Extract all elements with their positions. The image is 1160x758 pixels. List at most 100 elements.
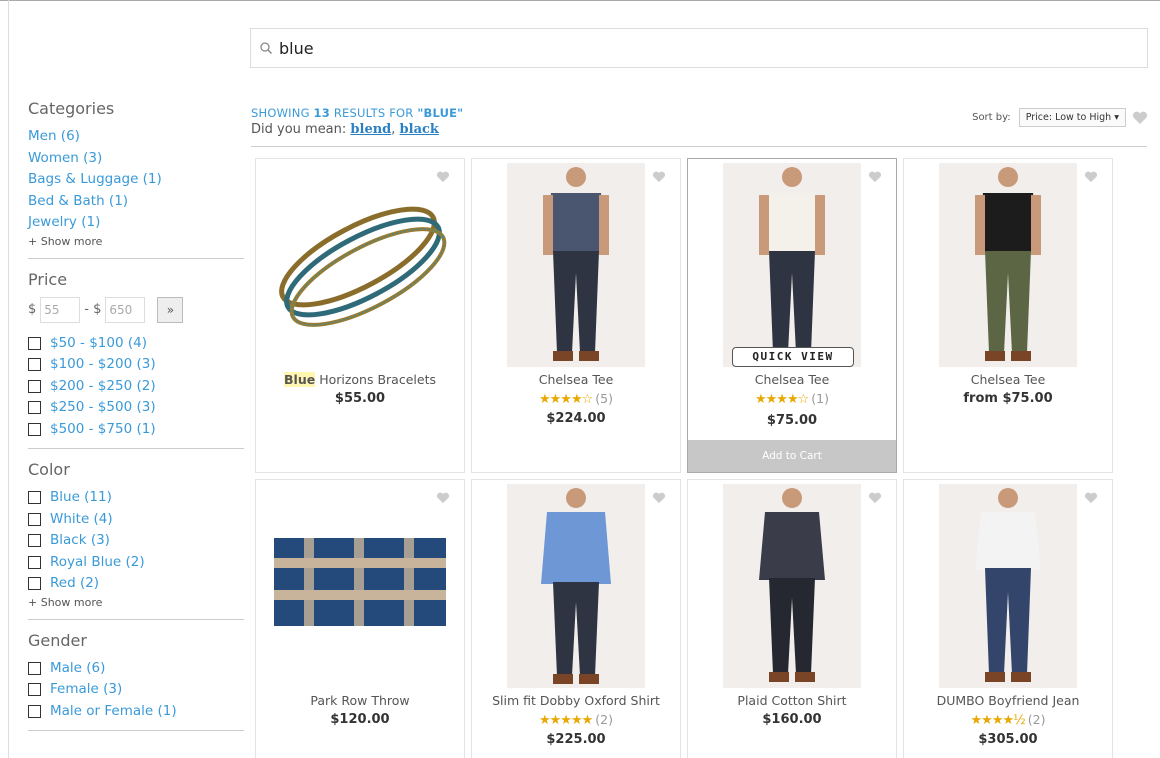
sort-select[interactable]: Price: Low to High ▾ [1018,108,1126,127]
category-link-jewelry[interactable]: Jewelry (1) [28,212,244,234]
category-link-men[interactable]: Men (6) [28,126,244,148]
did-you-mean-label: Did you mean: [251,122,347,137]
color-show-more[interactable]: + Show more [28,595,244,611]
color-option[interactable]: White (4) [28,509,244,531]
heart-icon[interactable] [436,492,450,504]
price-range-inputs: $ 55 - $ 650 » [28,296,244,323]
sort-label: Sort by: [972,112,1011,123]
checkbox[interactable] [28,534,41,548]
heart-icon[interactable] [1084,171,1098,183]
gender-label: Female (3) [50,681,123,697]
checkbox[interactable] [28,491,41,505]
product-name[interactable]: DUMBO Boyfriend Jean [904,693,1112,708]
checkbox[interactable] [28,336,41,350]
product-name[interactable]: Blue Horizons Bracelets [256,372,464,387]
price-max-field[interactable]: 650 [105,296,146,323]
product-card[interactable]: Chelsea Tee ★★★★☆ (5) $224.00 [471,158,681,473]
product-card[interactable]: Chelsea Tee from $75.00 [903,158,1113,473]
product-name[interactable]: Chelsea Tee [904,372,1112,387]
heart-icon[interactable] [652,492,666,504]
showing-middle: RESULTS FOR [333,106,414,120]
product-price: $75.00 [766,413,818,428]
heart-icon[interactable] [436,171,450,183]
review-count: (2) [1027,712,1046,727]
price-range-option[interactable]: $250 - $500 (3) [28,397,244,419]
checkbox[interactable] [28,704,41,718]
suggestion-link-blend[interactable]: blend [350,122,391,137]
add-to-cart-button[interactable]: Add to Cart [688,440,896,472]
checkbox[interactable] [28,358,41,372]
categories-show-more[interactable]: + Show more [28,234,244,250]
product-card[interactable]: DUMBO Boyfriend Jean ★★★★½ (2) $305.00 [903,479,1113,758]
product-price: $224.00 [546,411,606,426]
price-range-option[interactable]: $50 - $100 (4) [28,333,244,355]
heart-icon[interactable] [1132,111,1148,125]
price-min-field[interactable]: 55 [40,296,81,323]
product-name[interactable]: Chelsea Tee [472,372,680,387]
gender-option[interactable]: Female (3) [28,679,244,701]
price-range-label: $250 - $500 (3) [50,399,156,415]
price-range-label: $200 - $250 (2) [50,377,156,394]
checkbox[interactable] [28,661,41,675]
price-go-button[interactable]: » [157,296,184,323]
color-option[interactable]: Black (3) [28,530,244,552]
category-link-bags[interactable]: Bags & Luggage (1) [28,169,244,191]
product-name[interactable]: Park Row Throw [256,693,464,708]
price-range-option[interactable]: $500 - $750 (1) [28,419,244,441]
product-name[interactable]: Slim fit Dobby Oxford Shirt [472,693,680,708]
product-image[interactable] [939,163,1077,367]
product-card[interactable]: Blue Horizons Bracelets $55.00 [255,158,465,473]
price-sep: - $ [84,302,102,317]
product-image[interactable] [723,484,861,688]
color-label: Red (2) [50,575,100,591]
rating-stars: ★★★★★ (2) [472,712,680,728]
checkbox[interactable] [28,683,41,697]
product-price: $55.00 [334,391,386,406]
throw-image[interactable] [274,528,448,638]
product-price: $160.00 [762,712,822,727]
color-option[interactable]: Royal Blue (2) [28,552,244,574]
price-range-option[interactable]: $100 - $200 (3) [28,354,244,376]
checkbox[interactable] [28,379,41,393]
price-range-option[interactable]: $200 - $250 (2) [28,376,244,398]
search-bar[interactable] [250,28,1148,68]
product-card[interactable]: Plaid Cotton Shirt $160.00 [687,479,897,758]
product-image[interactable] [723,163,861,367]
suggestion-link-black[interactable]: black [400,122,439,137]
product-image[interactable] [939,484,1077,688]
model-figure [975,488,1041,682]
product-card[interactable]: Park Row Throw $120.00 [255,479,465,758]
quick-view-button[interactable]: QUICK VIEW [732,347,854,367]
category-link-bed-bath[interactable]: Bed & Bath (1) [28,191,244,213]
category-link-women[interactable]: Women (3) [28,148,244,170]
product-name[interactable]: Plaid Cotton Shirt [688,693,896,708]
heart-icon[interactable] [652,171,666,183]
product-name-rest: Horizons Bracelets [315,372,436,387]
model-figure [759,167,825,353]
checkbox[interactable] [28,577,41,591]
price-range-label: $500 - $750 (1) [50,420,156,437]
heart-icon[interactable] [868,171,882,183]
checkbox[interactable] [28,555,41,569]
product-card[interactable]: Slim fit Dobby Oxford Shirt ★★★★★ (2) $22… [471,479,681,758]
color-option[interactable]: Blue (11) [28,487,244,509]
checkbox[interactable] [28,401,41,415]
bracelets-image[interactable] [268,197,454,327]
color-option[interactable]: Red (2) [28,573,244,595]
checkbox[interactable] [28,422,41,436]
product-card[interactable]: QUICK VIEW Chelsea Tee ★★★★☆ (1) $75.00 A… [687,158,897,473]
product-price: from $75.00 [963,391,1053,406]
heart-icon[interactable] [868,492,882,504]
price-range-label: $50 - $100 (4) [50,334,147,351]
product-image[interactable] [507,484,645,688]
heart-icon[interactable] [1084,492,1098,504]
price-range-label: $100 - $200 (3) [50,356,156,372]
result-count: 13 [313,106,330,120]
search-input[interactable] [279,38,1079,58]
gender-option[interactable]: Male or Female (1) [28,701,244,723]
product-name[interactable]: Chelsea Tee [688,372,896,387]
product-image[interactable] [507,163,645,367]
product-price: $120.00 [330,712,390,727]
checkbox[interactable] [28,512,41,526]
gender-option[interactable]: Male (6) [28,658,244,680]
